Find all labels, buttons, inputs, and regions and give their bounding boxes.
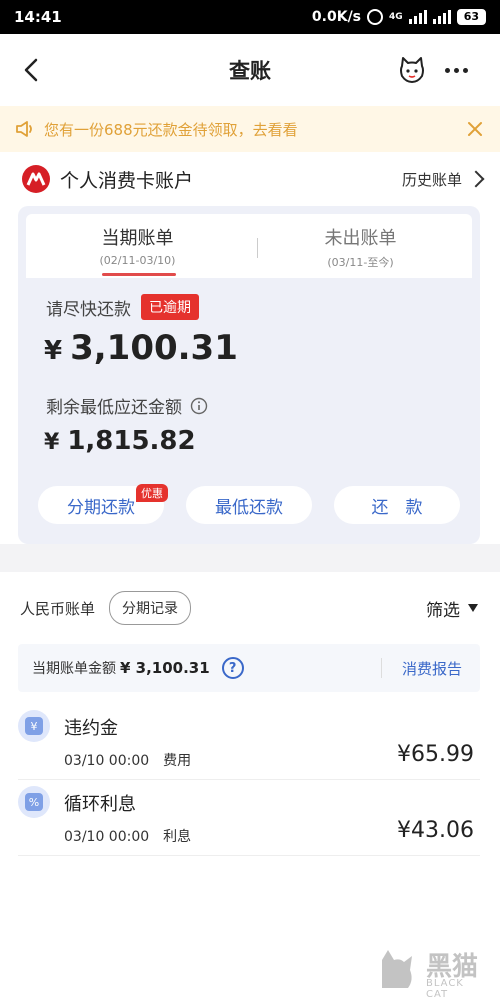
promo-banner[interactable]: 您有一份688元还款金待领取，去看看 <box>0 106 500 152</box>
history-bill-link[interactable]: 历史账单 <box>402 169 462 190</box>
percent-icon: % <box>18 786 50 818</box>
bill-card: 当期账单 (02/11-03/10) 未出账单 (03/11-至今) 请尽快还款… <box>18 206 480 544</box>
bill-tabs: 当期账单 (02/11-03/10) 未出账单 (03/11-至今) <box>26 214 472 278</box>
chevron-right-icon[interactable] <box>467 170 485 188</box>
yen-glyph: ¥ <box>25 717 43 735</box>
bill-summary: 当期账单金额 ¥ 3,100.31 ? 消费报告 <box>18 644 480 692</box>
cat-silhouette-icon <box>382 950 412 988</box>
speaker-icon <box>16 121 32 137</box>
transaction-category: 费用 <box>163 753 192 769</box>
transaction-category: 利息 <box>163 829 192 845</box>
signal-icon <box>408 10 427 24</box>
due-amount-value: 3,100.31 <box>70 328 238 368</box>
watermark-subtext: BLACK CAT <box>426 978 464 1000</box>
minimum-label-row: 剩余最低应还金额 <box>46 393 208 418</box>
due-label: 请尽快还款 <box>46 299 131 320</box>
yen-icon: ¥ <box>18 710 50 742</box>
tab-underline <box>102 273 176 276</box>
close-icon[interactable] <box>464 118 486 140</box>
tab-current-bill[interactable]: 当期账单 (02/11-03/10) <box>26 214 249 278</box>
banner-text: 您有一份688元还款金待领取，去看看 <box>44 120 298 139</box>
minimum-amount: ¥1,815.82 <box>44 426 196 456</box>
tab-label: 当期账单 <box>101 228 174 249</box>
filter-triangle-icon <box>468 604 478 612</box>
minimum-amount-value: 1,815.82 <box>67 426 196 456</box>
cat-icon[interactable] <box>396 54 428 86</box>
transaction-name: 循环利息 <box>64 794 136 815</box>
promo-badge: 优惠 <box>136 484 168 502</box>
minimum-label: 剩余最低应还金额 <box>46 398 182 418</box>
transaction-datetime: 03/10 00:00 <box>64 753 150 769</box>
repay-button[interactable]: 还 款 <box>334 486 460 524</box>
currency-symbol: ¥ <box>44 336 63 366</box>
account-title: 个人消费卡账户 <box>60 169 194 192</box>
consumption-report-link[interactable]: 消费报告 <box>402 658 462 679</box>
transaction-datetime: 03/10 00:00 <box>64 829 150 845</box>
chevron-left-icon[interactable] <box>14 52 50 88</box>
more-dots-icon[interactable] <box>438 54 474 86</box>
net-speed: 0.0K/s <box>311 9 362 25</box>
summary-divider <box>381 658 382 678</box>
installment-record-chip[interactable]: 分期记录 <box>109 591 192 625</box>
currency-symbol: ¥ <box>44 430 60 455</box>
transaction-amount: ¥43.06 <box>397 818 474 843</box>
signal-icon-2 <box>432 10 451 24</box>
network-type: 4G <box>389 12 403 22</box>
tab-range: (03/11-至今) <box>327 256 394 269</box>
section-divider <box>0 544 500 572</box>
transaction-row[interactable]: % 循环利息 03/10 00:00 利息 ¥43.06 <box>18 780 480 856</box>
minimum-repay-button[interactable]: 最低还款 <box>186 486 312 524</box>
tab-range: (02/11-03/10) <box>99 254 176 267</box>
transaction-meta: 03/10 00:00 费用 <box>64 750 191 770</box>
overdue-badge: 已逾期 <box>141 294 199 320</box>
rmb-bill-tab[interactable]: 人民币账单 <box>20 598 95 619</box>
bank-logo-icon <box>22 165 50 193</box>
filter-button[interactable]: 筛选 <box>426 596 478 621</box>
watermark-logo: 黑猫 BLACK CAT <box>372 944 490 1000</box>
help-icon[interactable]: ? <box>221 657 244 679</box>
transaction-meta: 03/10 00:00 利息 <box>64 826 191 846</box>
battery-icon: 63 <box>456 9 486 25</box>
due-label-row: 请尽快还款 已逾期 <box>46 294 199 320</box>
tab-unbilled[interactable]: 未出账单 (03/11-至今) <box>249 214 472 278</box>
status-indicators: 0.0K/s 4G 63 <box>312 9 486 25</box>
tab-label: 未出账单 <box>324 228 397 249</box>
transaction-amount: ¥65.99 <box>397 742 474 767</box>
account-header: 个人消费卡账户 历史账单 <box>0 152 500 206</box>
nav-bar: 查账 <box>0 34 500 106</box>
status-time: 14:41 <box>14 8 62 26</box>
bill-details-panel: 人民币账单 分期记录 筛选 当期账单金额 ¥ 3,100.31 ? 消费报告 ¥… <box>0 572 500 1000</box>
due-amount: ¥3,100.31 <box>44 328 238 368</box>
info-icon[interactable] <box>190 397 208 415</box>
filter-row: 人民币账单 分期记录 筛选 <box>0 588 500 628</box>
transaction-name: 违约金 <box>64 718 118 739</box>
summary-label: 当期账单金额 <box>32 661 116 677</box>
alarm-icon <box>367 9 384 25</box>
filter-label: 筛选 <box>426 600 460 621</box>
percent-glyph: % <box>25 793 43 811</box>
status-bar: 14:41 0.0K/s 4G 63 <box>0 0 500 34</box>
summary-amount: ¥ 3,100.31 <box>120 659 210 677</box>
transaction-row[interactable]: ¥ 违约金 03/10 00:00 费用 ¥65.99 <box>18 704 480 780</box>
